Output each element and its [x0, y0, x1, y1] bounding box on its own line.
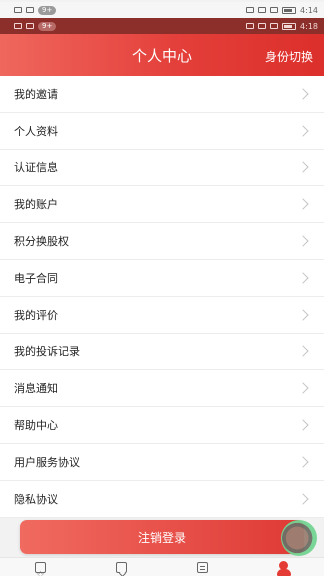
logout-button-label: 注销登录	[137, 530, 186, 545]
notification-badge: 9+	[38, 5, 57, 15]
bottom-navigation: ☆	[0, 557, 324, 576]
menu-item-label: 电子合同	[14, 271, 58, 285]
menu-item-my-invitations[interactable]: 我的邀请	[0, 76, 324, 113]
chevron-right-icon	[297, 161, 309, 174]
menu-item-user-service-agreement[interactable]: 用户服务协议	[0, 444, 324, 481]
profile-menu: 我的邀请 个人资料 认证信息 我的账户 积分换股权 电子合同 我的评价 我的投诉…	[0, 76, 324, 518]
menu-item-label: 隐私协议	[14, 492, 58, 506]
status-right-icons: 4:14	[246, 6, 318, 15]
menu-item-privacy-agreement[interactable]: 隐私协议	[0, 481, 324, 518]
menu-item-label: 我的账户	[14, 198, 58, 212]
status-bar-top: 9+ 4:14	[0, 2, 324, 18]
signal-icon	[14, 23, 22, 29]
chevron-right-icon	[297, 125, 309, 137]
menu-item-points-to-equity[interactable]: 积分换股权	[0, 223, 324, 260]
chevron-right-icon	[297, 272, 309, 284]
chevron-right-icon	[297, 382, 309, 394]
status-right-icons-second: 4:18	[246, 22, 318, 31]
menu-item-label: 我的投诉记录	[14, 345, 80, 359]
chevron-right-icon	[297, 456, 309, 468]
wifi-icon	[26, 7, 34, 13]
nav-profile-tab[interactable]	[264, 558, 304, 576]
menu-item-my-reviews[interactable]: 我的评价	[0, 297, 324, 334]
chevron-right-icon	[297, 88, 309, 100]
menu-item-label: 认证信息	[14, 161, 58, 175]
alarm-icon	[258, 7, 267, 13]
menu-item-label: 个人资料	[14, 124, 58, 138]
notification-badge: 9+	[38, 21, 57, 31]
nav-messages-tab[interactable]	[102, 558, 142, 576]
menu-item-label: 消息通知	[14, 382, 58, 396]
page-header: 个人中心 身份切换	[0, 34, 324, 76]
chevron-right-icon	[297, 345, 309, 358]
chevron-right-icon	[297, 309, 309, 321]
star-icon: ☆	[35, 561, 46, 576]
status-left-icons: 9+	[14, 5, 57, 15]
menu-item-verification-info[interactable]: 认证信息	[0, 150, 324, 187]
battery-icon	[282, 22, 297, 30]
wifi-icon	[26, 23, 34, 29]
chevron-right-icon	[297, 235, 309, 247]
menu-item-complaint-records[interactable]: 我的投诉记录	[0, 334, 324, 371]
chevron-right-icon	[297, 492, 309, 505]
nfc-icon	[246, 7, 255, 13]
identity-switch-button[interactable]: 身份切换	[265, 48, 313, 65]
chevron-right-icon	[297, 198, 309, 210]
chat-icon	[116, 561, 127, 573]
menu-item-label: 用户服务协议	[14, 455, 80, 469]
status-bar-second: 9+ 4:18	[0, 18, 324, 34]
bluetooth-icon	[270, 7, 279, 13]
menu-item-label: 我的邀请	[14, 87, 58, 101]
menu-item-my-account[interactable]: 我的账户	[0, 186, 324, 224]
menu-item-label: 帮助中心	[14, 419, 58, 433]
menu-item-label: 积分换股权	[14, 235, 69, 249]
logout-button[interactable]: 注销登录	[20, 520, 304, 554]
user-body-icon	[276, 569, 291, 576]
floating-assistive-ball[interactable]	[281, 520, 317, 556]
chevron-right-icon	[297, 419, 309, 431]
alarm-icon	[258, 23, 267, 29]
battery-icon	[282, 6, 297, 14]
menu-item-help-center[interactable]: 帮助中心	[0, 407, 324, 444]
menu-item-personal-info[interactable]: 个人资料	[0, 113, 324, 150]
nfc-icon	[246, 23, 255, 29]
bluetooth-icon	[270, 23, 279, 29]
menu-item-electronic-contract[interactable]: 电子合同	[0, 260, 324, 297]
status-left-icons-second: 9+	[14, 21, 57, 31]
nav-orders-tab[interactable]	[183, 558, 223, 576]
nav-favorites-tab[interactable]: ☆	[21, 558, 61, 576]
document-icon	[197, 561, 208, 573]
signal-icon	[14, 7, 22, 13]
status-time: 4:18	[300, 21, 318, 31]
menu-item-label: 我的评价	[14, 308, 58, 322]
menu-item-message-notifications[interactable]: 消息通知	[0, 370, 324, 408]
status-time: 4:14	[300, 5, 318, 15]
